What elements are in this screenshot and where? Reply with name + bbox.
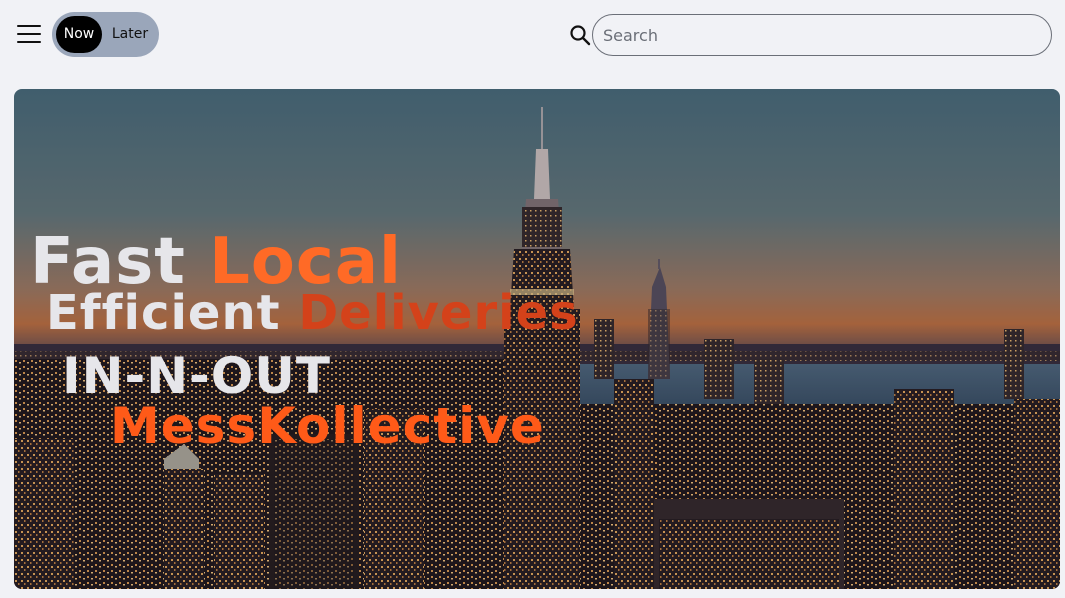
- hero-word-deliveries: Deliveries: [298, 285, 579, 341]
- toggle-later-option[interactable]: Later: [104, 16, 156, 53]
- menu-bar: [17, 25, 41, 27]
- toggle-now-option[interactable]: Now: [56, 16, 102, 53]
- hero-word-efficient: Efficient: [46, 285, 281, 341]
- hero-banner: Fast Local Efficient Deliveries IN-N-OUT…: [14, 89, 1060, 589]
- hero-brand-messkollective: MessKollective: [110, 397, 545, 455]
- search-icon[interactable]: [569, 24, 591, 46]
- menu-bar: [17, 33, 41, 35]
- hero-line-2: Efficient Deliveries: [46, 285, 579, 341]
- menu-bar: [17, 41, 41, 43]
- now-later-toggle[interactable]: Now Later: [52, 12, 159, 57]
- search-input[interactable]: [592, 14, 1052, 56]
- hamburger-menu-icon[interactable]: [14, 20, 44, 50]
